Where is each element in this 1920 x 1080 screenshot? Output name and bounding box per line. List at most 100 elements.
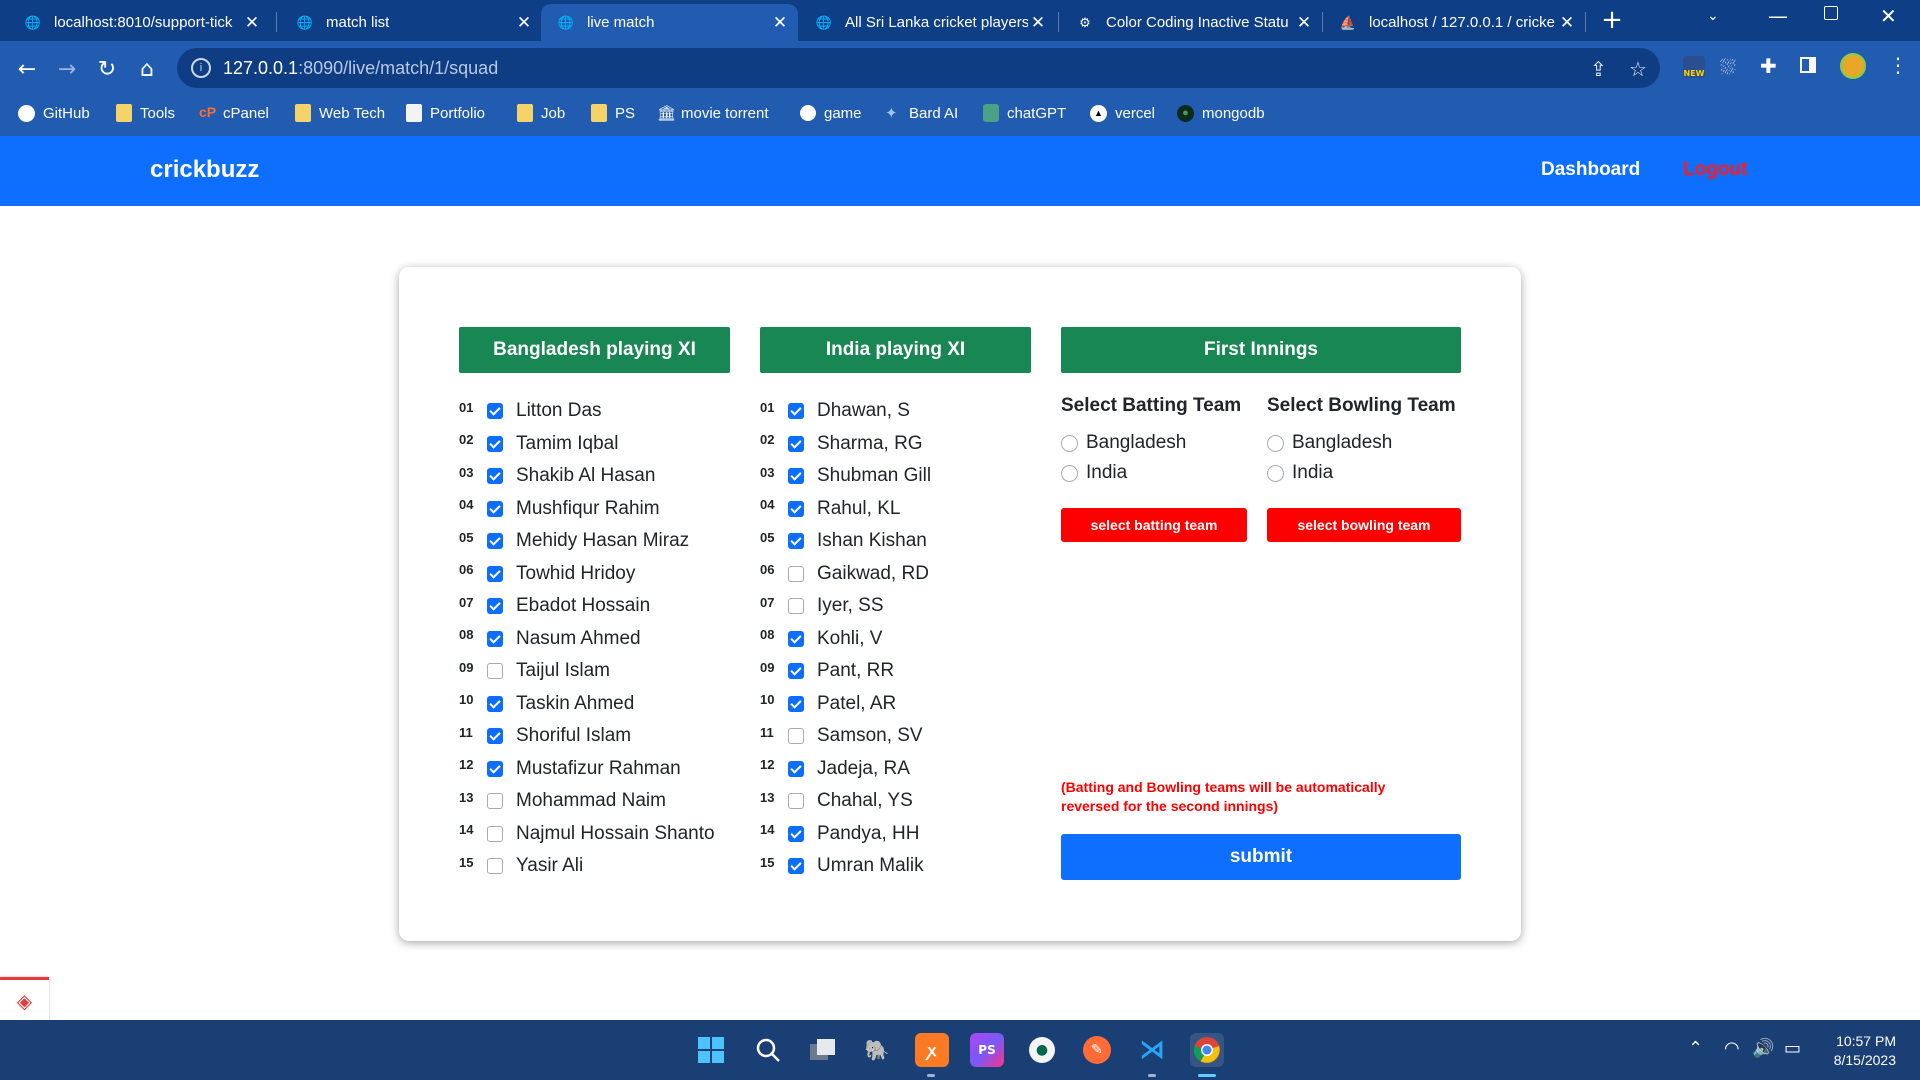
laravel-debugbar-icon[interactable]: ◈ — [0, 977, 49, 1021]
windows-start-icon[interactable] — [694, 1033, 728, 1067]
bookmark-job[interactable]: Job — [517, 98, 565, 128]
player-checkbox[interactable] — [487, 435, 503, 452]
player-checkbox[interactable] — [788, 468, 804, 485]
bookmark-github[interactable]: GitHub — [18, 98, 90, 128]
player-checkbox[interactable] — [788, 630, 804, 647]
bookmark-bard-ai[interactable]: ✦ Bard AI — [885, 98, 958, 128]
brand-logo[interactable]: crickbuzz — [150, 156, 259, 184]
radio-circle[interactable] — [1061, 464, 1078, 482]
bookmark-chatgpt[interactable]: chatGPT — [983, 98, 1066, 128]
player-checkbox[interactable] — [788, 403, 804, 420]
radio-circle[interactable] — [1267, 434, 1284, 452]
postman-icon[interactable]: ✎ — [1080, 1033, 1114, 1067]
home-icon[interactable]: ⌂ — [129, 51, 165, 87]
player-checkbox[interactable] — [788, 858, 804, 875]
close-icon[interactable]: ✕ — [1028, 13, 1048, 33]
minimize-icon[interactable]: — — [1768, 4, 1788, 28]
browser-tab[interactable]: ⚙ Color Coding Inactive Statu ✕ — [1060, 4, 1322, 41]
player-checkbox[interactable] — [788, 435, 804, 452]
player-checkbox[interactable] — [487, 403, 503, 420]
dashboard-link[interactable]: Dashboard — [1541, 159, 1640, 181]
menu-kebab-icon[interactable]: ⋮ — [1888, 53, 1908, 77]
task-view-icon[interactable] — [806, 1033, 840, 1067]
system-clock[interactable]: 10:57 PM 8/15/2023 — [1820, 1032, 1896, 1070]
radio-circle[interactable] — [1061, 434, 1078, 452]
xampp-icon[interactable]: ꭗ — [915, 1033, 949, 1067]
player-checkbox[interactable] — [487, 630, 503, 647]
logout-link[interactable]: Logout — [1683, 159, 1747, 181]
bookmark-mongodb[interactable]: ● mongodb — [1177, 98, 1265, 128]
back-arrow-icon[interactable]: ← — [9, 51, 45, 87]
player-checkbox[interactable] — [487, 468, 503, 485]
extension-icon[interactable]: ⛆ — [1720, 55, 1736, 79]
bookmark-movie-torrent[interactable]: 🏛 movie torrent — [657, 98, 769, 128]
player-checkbox[interactable] — [788, 760, 804, 777]
search-icon[interactable] — [751, 1033, 785, 1067]
player-checkbox[interactable] — [788, 695, 804, 712]
player-checkbox[interactable] — [487, 858, 503, 875]
batting-radio-bangladesh[interactable]: Bangladesh — [1061, 432, 1186, 454]
player-checkbox[interactable] — [487, 760, 503, 777]
close-icon[interactable]: ✕ — [514, 13, 534, 33]
share-icon[interactable]: ⇪ — [1590, 57, 1607, 82]
wifi-icon[interactable]: ◠ — [1724, 1038, 1740, 1059]
player-checkbox[interactable] — [788, 728, 804, 745]
player-checkbox[interactable] — [487, 533, 503, 550]
close-icon[interactable]: ✕ — [1557, 13, 1577, 33]
select-bowling-team-button[interactable]: select bowling team — [1267, 508, 1461, 542]
player-checkbox[interactable] — [487, 728, 503, 745]
browser-tab[interactable]: 🌐 localhost:8010/support-tick ✕ — [8, 4, 270, 41]
mongodb-compass-icon[interactable]: ● — [1025, 1033, 1059, 1067]
extensions-puzzle-icon[interactable]: ✚ — [1760, 54, 1777, 78]
close-icon[interactable]: ✕ — [1294, 13, 1314, 33]
close-icon[interactable]: ✕ — [770, 13, 790, 33]
tray-chevron-icon[interactable]: ⌃ — [1688, 1038, 1703, 1059]
select-batting-team-button[interactable]: select batting team — [1061, 508, 1247, 542]
extension-new-icon[interactable]: NEW — [1683, 56, 1705, 78]
site-info-icon[interactable]: i — [191, 58, 211, 78]
phpstorm-icon[interactable]: PS — [970, 1033, 1004, 1067]
bookmark-game[interactable]: game — [800, 98, 862, 128]
side-panel-icon[interactable] — [1800, 57, 1816, 73]
window-close-icon[interactable]: ✕ — [1880, 4, 1897, 28]
player-checkbox[interactable] — [487, 825, 503, 842]
address-bar[interactable]: i 127.0.0.1:8090/live/match/1/squad ⇪ ☆ — [177, 48, 1660, 88]
bowling-radio-bangladesh[interactable]: Bangladesh — [1267, 432, 1392, 454]
bookmark-ps[interactable]: PS — [591, 98, 635, 128]
player-checkbox[interactable] — [487, 663, 503, 680]
postgresql-icon[interactable]: 🐘 — [860, 1033, 894, 1067]
radio-circle[interactable] — [1267, 464, 1284, 482]
player-checkbox[interactable] — [487, 500, 503, 517]
chrome-icon[interactable] — [1190, 1033, 1224, 1067]
player-checkbox[interactable] — [487, 793, 503, 810]
bookmark-tools[interactable]: Tools — [116, 98, 175, 128]
forward-arrow-icon[interactable]: → — [49, 51, 85, 87]
bookmark-portfolio[interactable]: Portfolio — [406, 98, 485, 128]
browser-tab[interactable]: 🌐 All Sri Lanka cricket players, ✕ — [799, 4, 1056, 41]
volume-icon[interactable]: 🔊 — [1752, 1038, 1774, 1059]
player-checkbox[interactable] — [788, 533, 804, 550]
bookmark-star-icon[interactable]: ☆ — [1629, 57, 1647, 82]
browser-tab[interactable]: 🌐 match list ✕ — [280, 4, 542, 41]
player-checkbox[interactable] — [788, 793, 804, 810]
bookmark-web-tech[interactable]: Web Tech — [295, 98, 385, 128]
player-checkbox[interactable] — [788, 565, 804, 582]
close-icon[interactable]: ✕ — [242, 13, 262, 33]
player-checkbox[interactable] — [487, 695, 503, 712]
vscode-icon[interactable]: ⋊ — [1135, 1033, 1169, 1067]
battery-icon[interactable]: ▭ — [1784, 1038, 1801, 1059]
restore-icon[interactable] — [1824, 6, 1838, 20]
batting-radio-india[interactable]: India — [1061, 462, 1127, 484]
profile-avatar[interactable] — [1840, 53, 1866, 79]
player-checkbox[interactable] — [487, 565, 503, 582]
bookmark-cpanel[interactable]: cP cPanel — [199, 98, 269, 128]
reload-icon[interactable]: ↻ — [89, 51, 125, 87]
submit-button[interactable]: submit — [1061, 834, 1461, 880]
bowling-radio-india[interactable]: India — [1267, 462, 1333, 484]
player-checkbox[interactable] — [487, 598, 503, 615]
bookmark-vercel[interactable]: ▲ vercel — [1090, 98, 1155, 128]
tab-search-chevron-icon[interactable]: ⌄ — [1707, 8, 1719, 24]
player-checkbox[interactable] — [788, 663, 804, 680]
browser-tab[interactable]: ⛵ localhost / 127.0.0.1 / cricke ✕ — [1323, 4, 1585, 41]
player-checkbox[interactable] — [788, 825, 804, 842]
